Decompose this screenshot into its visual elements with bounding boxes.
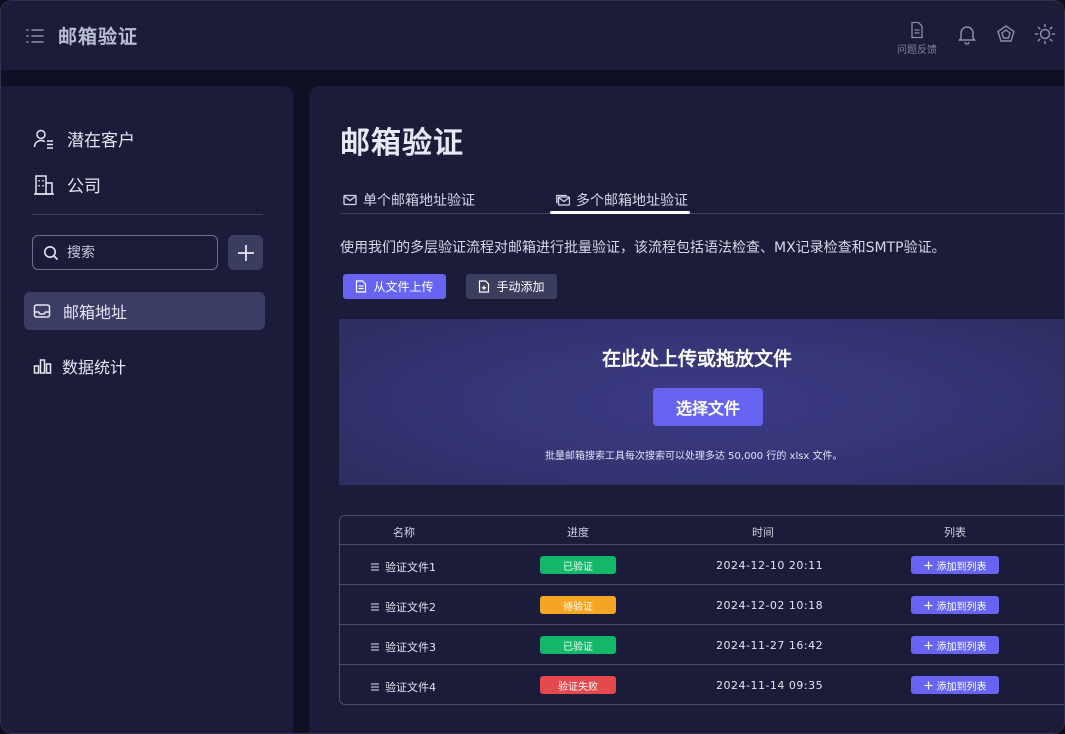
plus-icon <box>924 681 932 689</box>
add-button[interactable] <box>228 235 263 270</box>
table-row: 验证文件2 待验证 2024-12-02 10:18 添加到列表 <box>340 585 1064 625</box>
column-header-progress: 进度 <box>567 526 589 539</box>
description-text: 使用我们的多层验证流程对邮箱进行批量验证，该流程包括语法检查、MX记录检查和SM… <box>340 240 946 256</box>
file-name-cell[interactable]: 验证文件1 <box>370 559 436 575</box>
column-header-name: 名称 <box>393 526 415 539</box>
status-badge: 待验证 <box>540 596 616 614</box>
add-to-list-button[interactable]: 添加到列表 <box>911 636 999 654</box>
add-to-list-label: 添加到列表 <box>936 641 987 653</box>
choose-file-button[interactable]: 选择文件 <box>653 388 763 426</box>
file-name: 验证文件1 <box>385 561 436 574</box>
feedback-label: 问题反馈 <box>897 45 937 56</box>
manual-add-button[interactable]: 手动添加 <box>466 274 557 299</box>
list-icon <box>371 603 379 611</box>
file-icon <box>356 280 367 293</box>
sidebar-item-label: 数据统计 <box>62 358 127 377</box>
column-header-time: 时间 <box>752 526 774 539</box>
top-bar: 邮箱验证 问题反馈 <box>1 1 1064 70</box>
table-header: 名称 进度 时间 列表 <box>340 516 1064 545</box>
table-row: 验证文件4 验证失败 2024-11-14 09:35 添加到列表 <box>340 665 1064 704</box>
file-name-cell[interactable]: 验证文件4 <box>370 679 436 695</box>
plus-icon <box>924 561 932 569</box>
files-table: 名称 进度 时间 列表 验证文件1 已验证 2024-12-10 20:11 添… <box>339 515 1064 705</box>
sidebar-item-company[interactable]: 公司 <box>33 172 101 197</box>
list-icon <box>371 683 379 691</box>
main-panel: 邮箱验证 单个邮箱地址验证 多个邮箱地址验证 使用我们的多层验证流程对邮箱进行批… <box>309 86 1064 733</box>
file-name: 验证文件2 <box>385 601 436 614</box>
page-title: 邮箱验证 <box>340 126 464 161</box>
document-icon <box>911 21 923 39</box>
file-name: 验证文件3 <box>385 641 436 654</box>
gem-icon[interactable] <box>995 23 1017 45</box>
column-header-list: 列表 <box>944 526 966 539</box>
table-row: 验证文件1 已验证 2024-12-10 20:11 添加到列表 <box>340 545 1064 585</box>
bell-icon[interactable] <box>956 23 978 45</box>
add-to-list-label: 添加到列表 <box>936 601 987 613</box>
search-input[interactable] <box>67 244 207 261</box>
plus-icon <box>924 641 932 649</box>
users-icon <box>33 129 53 149</box>
file-plus-icon <box>479 280 490 293</box>
plus-icon <box>924 601 932 609</box>
plus-icon <box>237 244 254 261</box>
divider <box>32 214 263 215</box>
add-to-list-label: 添加到列表 <box>936 561 987 573</box>
dropzone-title: 在此处上传或拖放文件 <box>602 348 793 370</box>
dropzone-note: 批量邮箱搜索工具每次搜索可以处理多达 50,000 行的 xlsx 文件。 <box>545 451 843 462</box>
manual-label: 手动添加 <box>496 280 545 294</box>
tab-label: 多个邮箱地址验证 <box>576 193 688 209</box>
file-dropzone[interactable]: 在此处上传或拖放文件 选择文件 批量邮箱搜索工具每次搜索可以处理多达 50,00… <box>339 319 1064 485</box>
list-icon <box>371 563 379 571</box>
time-cell: 2024-12-10 20:11 <box>716 559 824 572</box>
table-row: 验证文件3 已验证 2024-11-27 16:42 添加到列表 <box>340 625 1064 665</box>
building-icon <box>34 174 54 195</box>
search-icon <box>44 245 59 260</box>
tab-single-email[interactable]: 单个邮箱地址验证 <box>343 190 475 210</box>
list-icon <box>371 643 379 651</box>
file-name-cell[interactable]: 验证文件2 <box>370 599 436 615</box>
file-name-cell[interactable]: 验证文件3 <box>370 639 436 655</box>
status-badge: 验证失败 <box>540 676 616 694</box>
status-badge: 已验证 <box>540 636 616 654</box>
mail-icon <box>343 194 357 206</box>
time-cell: 2024-11-27 16:42 <box>716 639 824 652</box>
sidebar-item-label: 公司 <box>67 177 101 197</box>
app-title: 邮箱验证 <box>58 26 139 48</box>
sidebar-item-label: 邮箱地址 <box>63 303 128 322</box>
inbox-icon <box>33 304 51 318</box>
sun-icon[interactable] <box>1034 23 1056 45</box>
active-tab-indicator <box>550 211 690 214</box>
add-to-list-label: 添加到列表 <box>936 681 987 693</box>
sidebar-item-leads[interactable]: 潜在客户 <box>33 126 135 151</box>
app-window: 邮箱验证 问题反馈 潜在客户 公司 搜索 邮箱地址 数据统计 邮箱验证 单个邮箱… <box>0 0 1065 734</box>
sidebar: 潜在客户 公司 邮箱地址 <box>1 86 293 733</box>
add-to-list-button[interactable]: 添加到列表 <box>911 556 999 574</box>
sidebar-item-label: 潜在客户 <box>67 131 135 151</box>
tab-multiple-email[interactable]: 多个邮箱地址验证 <box>556 190 688 210</box>
sidebar-item-statistics[interactable]: 数据统计 <box>33 354 126 378</box>
upload-from-file-button[interactable]: 从文件上传 <box>343 274 446 299</box>
time-cell: 2024-12-02 10:18 <box>716 599 824 612</box>
upload-label: 从文件上传 <box>373 280 434 294</box>
status-badge: 已验证 <box>540 556 616 574</box>
menu-list-icon[interactable] <box>25 26 45 46</box>
tabs-divider <box>340 213 1064 214</box>
file-name: 验证文件4 <box>385 681 436 694</box>
feedback-button[interactable]: 问题反馈 <box>894 21 940 56</box>
add-to-list-button[interactable]: 添加到列表 <box>911 676 999 694</box>
bar-chart-icon <box>33 359 52 374</box>
sidebar-item-email-addresses[interactable]: 邮箱地址 <box>24 292 265 330</box>
add-to-list-button[interactable]: 添加到列表 <box>911 596 999 614</box>
mails-icon <box>556 194 570 206</box>
time-cell: 2024-11-14 09:35 <box>716 679 824 692</box>
tab-label: 单个邮箱地址验证 <box>363 193 475 209</box>
search-box[interactable] <box>32 235 218 270</box>
